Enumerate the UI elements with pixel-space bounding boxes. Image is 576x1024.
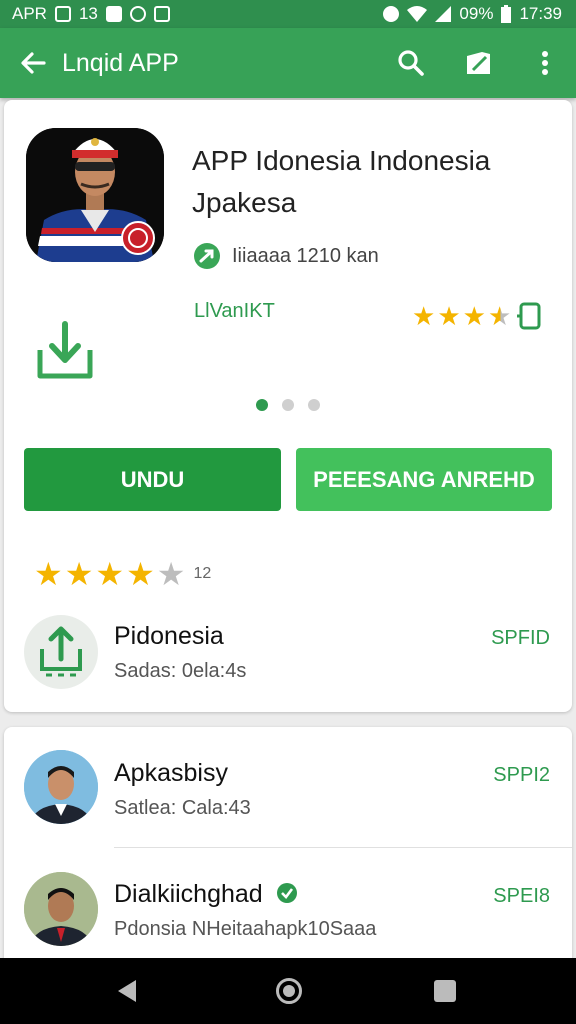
list-item-title-text: Dialkiichghad — [114, 880, 263, 908]
app-meta-text: Iiiaaaa 1210 kan — [232, 244, 379, 267]
avatar — [24, 872, 98, 946]
status-bar: APR 13 09% 17:39 — [0, 0, 576, 28]
half-star-icon: ★ — [487, 301, 512, 331]
signal-icon — [435, 6, 452, 22]
back-arrow-icon[interactable] — [18, 48, 48, 78]
app-details-card: APP Idonesia Indonesia Jpakesa Iiiaaaa 1… — [4, 100, 572, 712]
search-icon[interactable] — [396, 48, 426, 78]
status-left: APR 13 — [12, 4, 170, 24]
app-bar-title: Lnqid APP — [62, 49, 179, 77]
list-item-subtitle: Pdonsia NHeitaahapk10Saaa — [114, 918, 377, 940]
carrier-label: APR — [12, 4, 47, 23]
edit-icon[interactable] — [464, 48, 494, 78]
alarm-icon — [383, 6, 400, 22]
app-icon[interactable] — [26, 128, 164, 262]
verified-badge-icon — [194, 243, 220, 269]
notification-icon — [105, 6, 122, 22]
nav-home-icon[interactable] — [276, 978, 302, 1004]
star-icon: ★ — [462, 301, 486, 331]
star-icon: ★ — [126, 556, 155, 592]
pager-dot-active[interactable] — [256, 399, 268, 411]
app-rating-stars: ★ ★ ★ ★ — [412, 301, 543, 331]
star-icon: ★ — [95, 556, 125, 592]
device-icon[interactable] — [517, 301, 543, 331]
battery-icon — [501, 5, 512, 23]
related-apps-card: Apkasbisy Satlea: Cala:43 SPPI2 Dialkiic… — [4, 727, 572, 967]
app-title: APP Idonesia Indonesia Jpakesa — [192, 145, 491, 218]
featured-item-tag[interactable]: SPFID — [491, 627, 550, 650]
status-left-text: 13 — [78, 4, 98, 23]
star-icon: ★ — [34, 556, 63, 592]
app-bar: Lnqid APP — [0, 28, 576, 98]
list-item[interactable]: Dialkiichghad Pdonsia NHeitaahapk10Saaa … — [4, 848, 572, 968]
screenshot-pager[interactable] — [256, 399, 320, 411]
list-item-tag[interactable]: SPEI8 — [493, 885, 550, 908]
review-count: 12 — [193, 565, 212, 582]
wifi-icon — [407, 6, 428, 22]
sim-icon — [54, 6, 71, 22]
featured-item-icon — [24, 615, 98, 689]
clock: 17:39 — [519, 4, 562, 23]
star-icon: ★ — [437, 301, 461, 331]
pager-dot[interactable] — [282, 399, 294, 411]
battery-percent: 09% — [459, 4, 494, 23]
list-item-title: Apkasbisy — [114, 759, 228, 787]
nav-back-icon[interactable] — [118, 980, 136, 1002]
verified-icon — [276, 883, 297, 903]
developer-link[interactable]: LlVanIKT — [194, 300, 275, 323]
system-nav-bar — [0, 958, 576, 1024]
install-button[interactable]: UNDU — [24, 448, 281, 511]
featured-item-subtitle: Sadas: 0ela:4s — [114, 660, 247, 682]
download-icon[interactable] — [34, 320, 96, 382]
mail-icon — [153, 6, 170, 22]
star-icon: ★ — [412, 301, 436, 331]
nav-recents-icon[interactable] — [434, 980, 456, 1002]
more-vert-icon[interactable] — [530, 48, 560, 78]
star-icon: ★ — [64, 556, 94, 592]
open-button[interactable]: PEEESANG ANREHD — [296, 448, 552, 511]
star-empty-icon: ★ — [156, 556, 186, 592]
status-right: 09% 17:39 — [383, 4, 562, 24]
list-item-subtitle: Satlea: Cala:43 — [114, 797, 251, 819]
list-item[interactable]: Apkasbisy Satlea: Cala:43 SPPI2 — [4, 727, 572, 848]
review-rating[interactable]: ★ ★ ★ ★ ★ 12 — [34, 558, 211, 590]
list-item-tag[interactable]: SPPI2 — [493, 764, 550, 787]
list-item-title: Dialkiichghad — [114, 880, 298, 909]
avatar — [24, 750, 98, 824]
featured-item-title[interactable]: Pidonesia — [114, 622, 224, 651]
sync-icon — [129, 6, 146, 22]
pager-dot[interactable] — [308, 399, 320, 411]
app-meta: Iiiaaaa 1210 kan — [194, 243, 379, 269]
